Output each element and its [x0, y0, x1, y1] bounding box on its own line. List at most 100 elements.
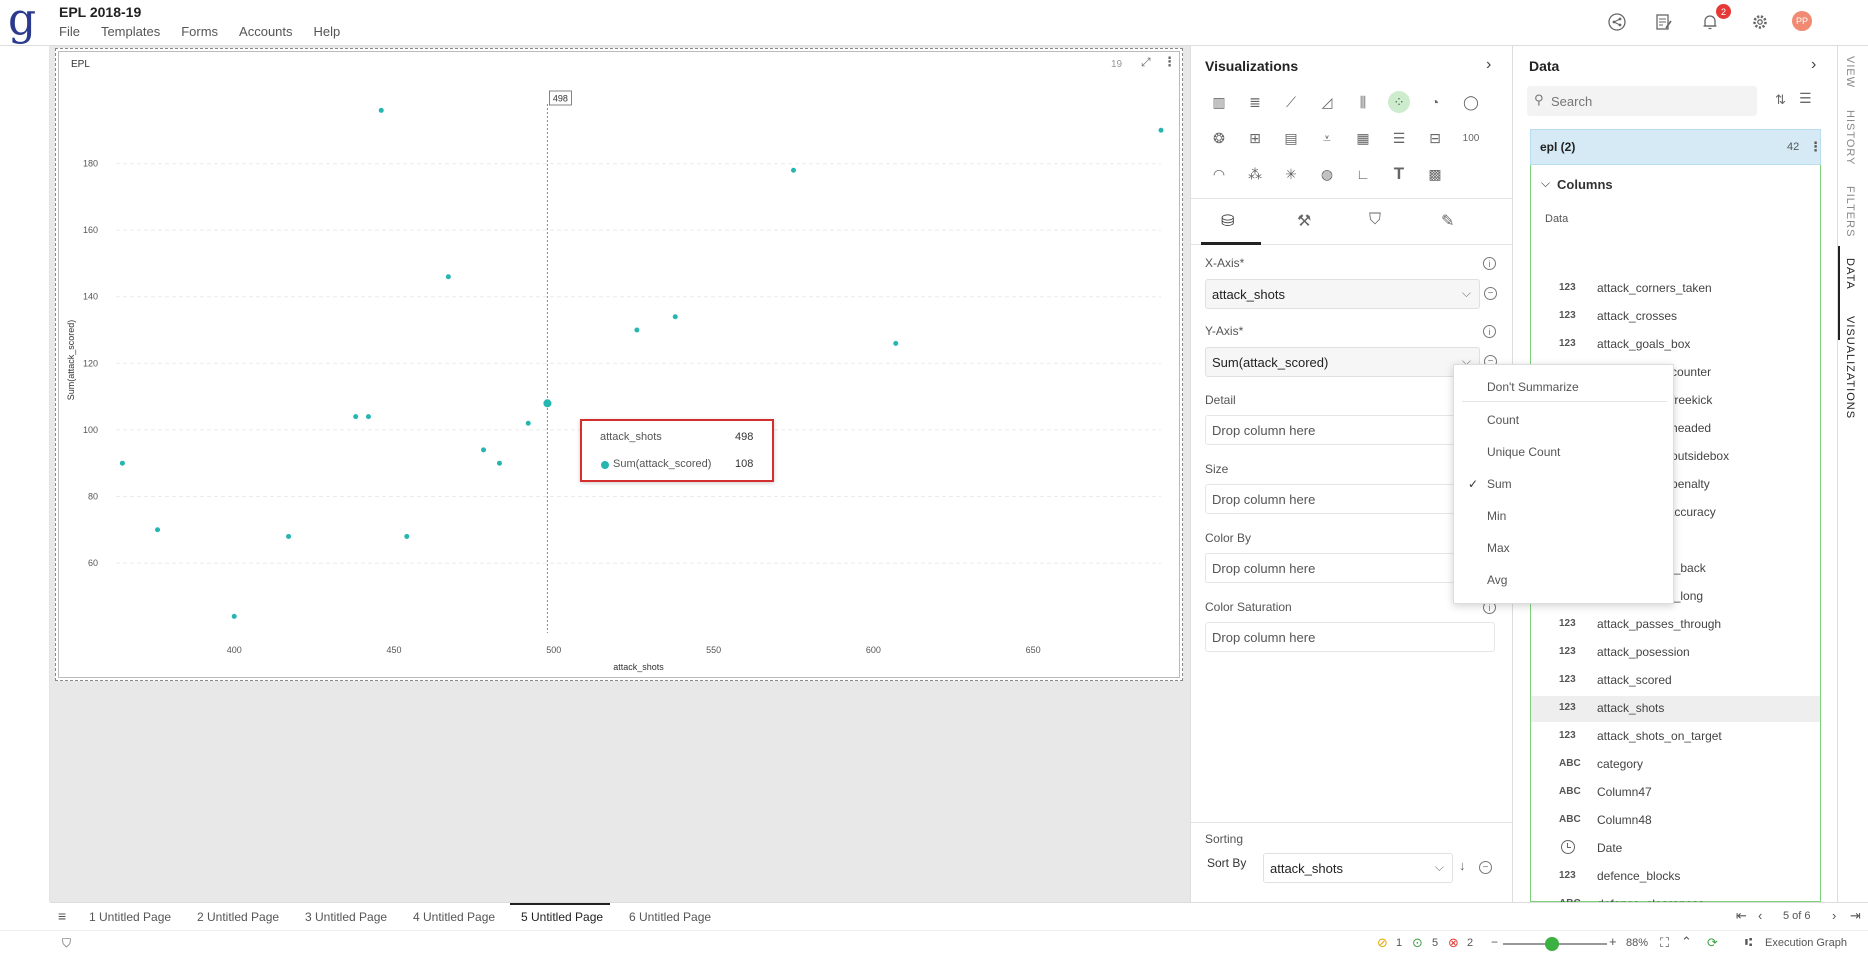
scatter-point[interactable] [365, 414, 371, 420]
menu-help[interactable]: Help [314, 24, 341, 39]
remove-x-axis-icon[interactable]: − [1484, 287, 1497, 300]
agg-option-max[interactable]: Max [1487, 541, 1510, 555]
page-tab-6[interactable]: 6 Untitled Page [629, 910, 711, 924]
scatter-point[interactable] [1158, 127, 1164, 133]
agg-option-dont-summarize[interactable]: Don't Summarize [1487, 380, 1579, 394]
execution-graph-icon[interactable]: ⑆ [1745, 935, 1752, 949]
network-graph-icon[interactable]: ✳ [1280, 163, 1302, 185]
page-tab-1[interactable]: 1 Untitled Page [89, 910, 171, 924]
column-item[interactable]: 123 attack_corners_taken [1531, 276, 1820, 302]
gauge-icon[interactable]: ◠ [1208, 163, 1230, 185]
text-widget-icon[interactable]: T [1388, 163, 1410, 185]
column-item[interactable]: 123 attack_shots [1531, 696, 1820, 722]
pie-chart-icon[interactable]: ◔ [1424, 91, 1446, 113]
globe-map-icon[interactable]: ◍ [1316, 163, 1338, 185]
dashboard-title[interactable]: EPL 2018-19 [59, 4, 141, 20]
tab-data[interactable]: DATA [1844, 258, 1856, 290]
word-cloud-icon[interactable]: ⁂ [1244, 163, 1266, 185]
size-dropzone[interactable]: Drop column here [1205, 484, 1495, 514]
column-item[interactable]: ABC category [1531, 752, 1820, 778]
scatter-point[interactable] [155, 527, 161, 533]
menu-templates[interactable]: Templates [101, 24, 160, 39]
column-item[interactable]: 123 attack_posession [1531, 640, 1820, 666]
zoom-out-icon[interactable]: − [1491, 935, 1498, 949]
scatter-point[interactable] [496, 460, 502, 466]
next-page-icon[interactable]: › [1832, 908, 1836, 923]
gear-icon[interactable] [1748, 10, 1772, 34]
user-avatar[interactable]: PP [1792, 11, 1812, 31]
y-axis-info-icon[interactable]: i [1483, 325, 1496, 338]
fit-screen-icon[interactable]: ⛶ [1660, 935, 1669, 951]
table-icon[interactable]: ▦ [1352, 127, 1374, 149]
app-logo[interactable]: g [8, 0, 36, 42]
scatter-point[interactable] [481, 447, 487, 453]
scatter-point[interactable] [634, 327, 640, 333]
sort-by-select[interactable]: attack_shots ⌵ [1263, 853, 1453, 883]
tab-history[interactable]: HISTORY [1844, 110, 1856, 166]
agg-option-unique-count[interactable]: Unique Count [1487, 445, 1560, 459]
pivot-table-icon[interactable]: ☰ [1388, 127, 1410, 149]
sort-direction-icon[interactable]: ↓ [1459, 858, 1466, 873]
agg-option-avg[interactable]: Avg [1487, 573, 1507, 587]
column-chart-icon[interactable]: ▥ [1208, 91, 1230, 113]
line-chart-icon[interactable]: ⟋ [1280, 91, 1302, 113]
scatter-chart-card[interactable]: EPL 19 ⤢ ⋮ 60 80 100 120 140 160 180 400 450 500 5… [55, 48, 1183, 681]
scatter-point[interactable] [672, 314, 678, 320]
scatter-point[interactable] [119, 460, 125, 466]
collapse-chevron-icon[interactable]: › [1486, 56, 1491, 74]
column-item[interactable]: ABC Column47 [1531, 780, 1820, 806]
grid-cards-icon[interactable]: ⊟ [1424, 127, 1446, 149]
x-axis-info-icon[interactable]: i [1483, 257, 1496, 270]
color-by-dropzone[interactable]: Drop column here [1205, 553, 1495, 583]
scatter-point[interactable] [378, 107, 384, 113]
scatter-point[interactable] [231, 613, 237, 619]
y-axis-select[interactable]: Sum(attack_scored) ⌵ [1205, 347, 1480, 377]
bar-chart-icon[interactable]: ≣ [1244, 91, 1266, 113]
scatter-point[interactable] [286, 533, 292, 539]
execution-graph-button[interactable]: Execution Graph [1765, 937, 1847, 949]
column-item[interactable]: ABC Column48 [1531, 808, 1820, 834]
filter-icon[interactable]: ⛉ [62, 936, 71, 951]
warning-icon[interactable]: ⊘ [1377, 935, 1388, 951]
column-item[interactable]: 123 attack_shots_on_target [1531, 724, 1820, 750]
tab-filter-icon[interactable]: ⛉ [1369, 211, 1381, 229]
scatter-point[interactable] [445, 274, 451, 280]
first-page-icon[interactable]: ⇤ [1736, 908, 1747, 924]
zoom-in-icon[interactable]: + [1609, 934, 1617, 949]
bubble-chart-icon[interactable]: ❂ [1208, 127, 1230, 149]
tab-view[interactable]: VIEW [1844, 56, 1856, 88]
scatter-point[interactable] [404, 533, 410, 539]
menu-forms[interactable]: Forms [181, 24, 218, 39]
tab-analytics-icon[interactable]: ✎ [1441, 211, 1454, 231]
area-chart-icon[interactable]: ◿ [1316, 91, 1338, 113]
treemap-icon[interactable]: ⊞ [1244, 127, 1266, 149]
scatter-point[interactable] [525, 420, 531, 426]
calendar-icon[interactable]: ▩ [1424, 163, 1446, 185]
run-status-icon[interactable]: ⟳ [1707, 935, 1718, 951]
column-item[interactable]: 123 attack_crosses [1531, 304, 1820, 330]
agg-option-min[interactable]: Min [1487, 509, 1506, 523]
tab-data-fields-icon[interactable]: ⛁ [1221, 211, 1234, 231]
scatter-chart-icon[interactable]: ⁘ [1388, 91, 1410, 113]
hamburger-menu-icon[interactable]: ≡ [58, 908, 66, 924]
page-tab-5[interactable]: 5 Untitled Page [521, 910, 603, 924]
agg-option-sum[interactable]: Sum [1487, 477, 1512, 491]
scatter-plot[interactable]: 60 80 100 120 140 160 180 400 450 500 550 600 650 att… [56, 49, 1182, 680]
scatter-point[interactable] [893, 340, 899, 346]
number-kpi-icon[interactable]: 100 [1460, 127, 1482, 149]
remove-sort-icon[interactable]: − [1479, 861, 1492, 874]
column-item[interactable]: 123 defence_blocks [1531, 864, 1820, 890]
page-tab-4[interactable]: 4 Untitled Page [413, 910, 495, 924]
tab-filters[interactable]: FILTERS [1844, 186, 1856, 237]
edit-notes-icon[interactable] [1652, 10, 1676, 34]
combo-chart-icon[interactable]: ⫼ [1352, 91, 1374, 113]
x-axis-select[interactable]: attack_shots ⌵ [1205, 279, 1480, 309]
color-saturation-dropzone[interactable]: Drop column here [1205, 622, 1495, 652]
page-tab-2[interactable]: 2 Untitled Page [197, 910, 279, 924]
chevron-up-icon[interactable]: ⌃ [1681, 934, 1692, 950]
agg-option-count[interactable]: Count [1487, 413, 1519, 427]
success-icon[interactable]: ⊙ [1412, 935, 1423, 951]
axis-chart-icon[interactable]: ∟ [1352, 163, 1374, 185]
detail-dropzone[interactable]: Drop column here [1205, 415, 1495, 445]
column-item[interactable]: 123 attack_passes_through [1531, 612, 1820, 638]
